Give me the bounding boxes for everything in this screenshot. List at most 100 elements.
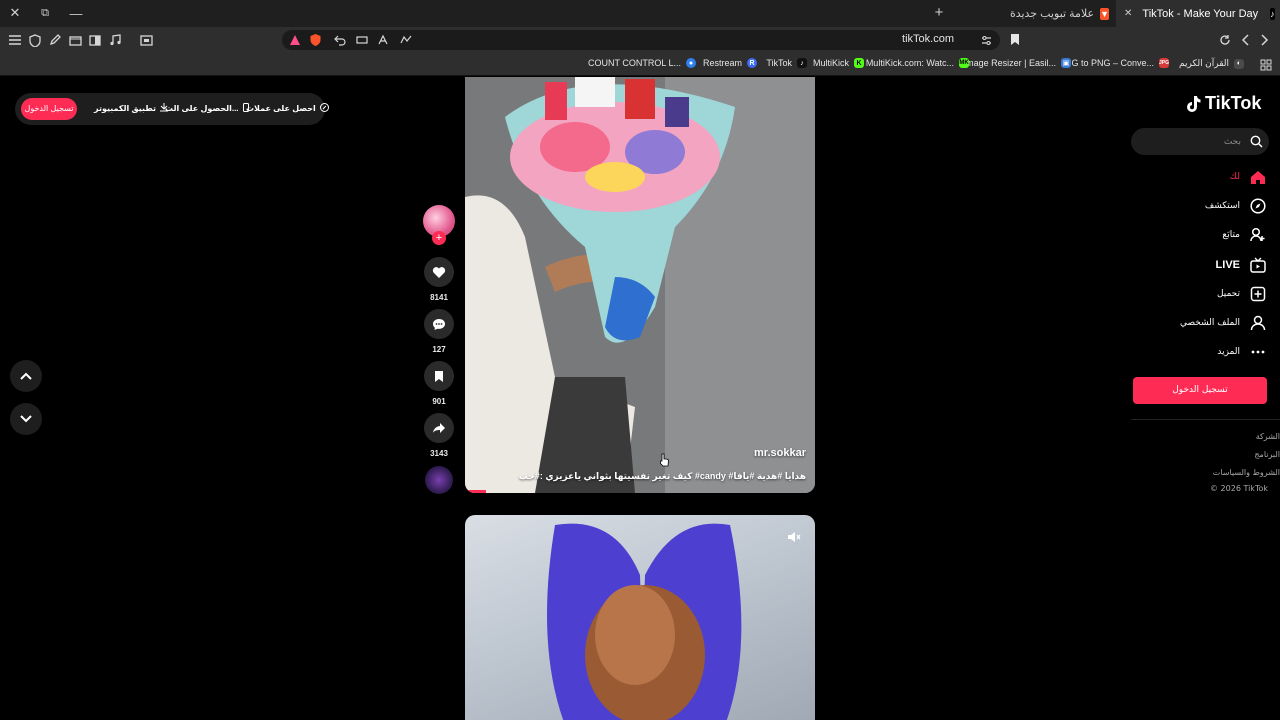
follow-plus-icon[interactable]: + <box>432 231 446 245</box>
undo-icon[interactable] <box>334 33 348 47</box>
top-actions-bar: تسجيل الدخول تطبيق الكمبيوتر الحصول على … <box>15 93 329 125</box>
like-button[interactable] <box>424 257 454 287</box>
bookmark-label: Image Resizer | Easil... <box>963 58 1056 68</box>
tiktok-logo-text: TikTok <box>1205 93 1262 113</box>
sidebar-login-button[interactable]: تسجيل الدخول <box>1133 377 1267 404</box>
profile-icon <box>1250 315 1266 331</box>
bookmark-count-control[interactable]: COUNT CONTROL L... ● <box>588 58 696 68</box>
tiktok-favicon-icon: ♪ <box>1270 7 1275 20</box>
nav-label: لك <box>1229 172 1240 182</box>
bookmark-label: JPG to PNG – Conve... <box>1060 58 1154 68</box>
nav-label: LIVE <box>1215 259 1240 271</box>
search-box[interactable] <box>1131 128 1269 155</box>
bookmark-multikick[interactable]: MultiKick K <box>813 58 864 68</box>
next-video-button[interactable] <box>10 403 42 435</box>
live-icon <box>1250 257 1266 273</box>
translate-icon[interactable] <box>378 33 392 47</box>
restream-icon: R <box>747 58 757 68</box>
share-count: 3143 <box>430 449 448 458</box>
following-icon <box>1250 227 1265 242</box>
nav-following[interactable]: متابَع <box>1140 224 1266 246</box>
search-input[interactable] <box>1141 133 1241 150</box>
get-app-link[interactable]: الحصول على الت... <box>165 103 249 114</box>
previous-video-button[interactable] <box>10 360 42 392</box>
window-restore-button[interactable]: ⧉ <box>35 4 55 22</box>
brave-shield-icon[interactable] <box>309 33 323 47</box>
like-count: 8141 <box>430 293 448 302</box>
nav-live[interactable]: LIVE <box>1140 254 1266 276</box>
image-icon: ▣ <box>1061 58 1071 68</box>
window-close-button[interactable]: ✕ <box>5 4 25 22</box>
tab-label: TikTok - Make Your Day <box>1142 7 1259 20</box>
screenshot-icon[interactable] <box>138 32 154 48</box>
apps-grid-icon[interactable] <box>1260 58 1272 71</box>
menu-icon[interactable] <box>7 32 23 48</box>
rewards-icon[interactable] <box>400 33 414 47</box>
volume-muted-icon[interactable] <box>787 531 801 546</box>
footer-program-link[interactable]: البرنامج <box>1254 450 1280 459</box>
video-player[interactable]: mr.sokkar كيف تغير نفسيتها بثواني ياعزيز… <box>465 77 815 493</box>
video-progress-bar[interactable] <box>465 490 486 493</box>
window-minimize-button[interactable]: — <box>66 4 86 22</box>
get-app-label: الحصول على الت... <box>165 104 239 113</box>
site-settings-icon[interactable] <box>981 33 993 47</box>
reload-icon[interactable] <box>1217 32 1233 48</box>
footer-company-link[interactable]: الشركة <box>1256 432 1280 441</box>
forward-icon[interactable] <box>1257 32 1273 48</box>
next-video-player[interactable] <box>465 515 815 720</box>
nav-more[interactable]: المزيد <box>1140 341 1266 363</box>
bookmark-label: TikTok <box>766 58 792 68</box>
music-disc-icon[interactable] <box>425 466 453 494</box>
multikick-icon: MK <box>959 58 969 68</box>
nav-profile[interactable]: الملف الشخصي <box>1140 312 1266 334</box>
jpg-icon: JPG <box>1159 58 1170 68</box>
kick-icon: K <box>854 58 864 68</box>
tab-close-icon[interactable]: ✕ <box>1124 8 1132 19</box>
tiktok-logo[interactable]: TikTok <box>1185 93 1261 114</box>
nav-explore[interactable]: استكشف <box>1140 195 1266 217</box>
sidebar-icon[interactable] <box>87 32 103 48</box>
bookmark-label: القرآن الكريم <box>1178 58 1229 68</box>
share-button[interactable] <box>424 413 454 443</box>
nav-upload[interactable]: تحميل <box>1140 283 1266 305</box>
comment-button[interactable] <box>424 309 454 339</box>
tabs-icon[interactable] <box>67 32 83 48</box>
bookmark-quran[interactable]: القرآن الكريم ◐ <box>1179 58 1244 69</box>
shield-icon[interactable] <box>27 32 43 48</box>
pen-icon[interactable] <box>47 32 63 48</box>
bookmark-jpg-to-png[interactable]: JPG to PNG – Conve... JPG <box>1061 58 1169 68</box>
address-bar[interactable]: tikTok.com <box>282 30 1000 50</box>
home-icon <box>1251 170 1265 184</box>
cast-icon[interactable] <box>356 33 370 47</box>
music-icon[interactable] <box>107 32 123 48</box>
back-icon[interactable] <box>1237 32 1253 48</box>
bookmark-tiktok[interactable]: TikTok ♪ <box>766 58 807 68</box>
bookmark-multikick-watch[interactable]: MultiKick.com: Watc... MK <box>866 58 969 68</box>
header-login-button[interactable]: تسجيل الدخول <box>21 98 77 120</box>
nav-label: متابَع <box>1222 230 1240 240</box>
video-caption: كيف تغير نفسيتها بثواني ياعزيزي :#حب #ca… <box>518 471 806 481</box>
url-text[interactable]: tikTok.com <box>902 33 954 45</box>
share-icon <box>433 423 445 433</box>
tab-tiktok[interactable]: ✕ TikTok - Make Your Day ♪ <box>1116 0 1280 27</box>
save-button[interactable] <box>424 361 454 391</box>
new-tab-button[interactable]: + <box>931 4 947 22</box>
nav-for-you[interactable]: لك <box>1140 166 1266 188</box>
tab-new-tab[interactable]: علامة تبويب جديدة ▼ <box>1010 0 1115 27</box>
get-coins-link[interactable]: احصل على عملات <box>246 103 329 114</box>
next-video-frame <box>547 523 742 720</box>
footer-terms-link[interactable]: الشروط والسياسات <box>1213 468 1280 477</box>
video-frame <box>465 77 815 493</box>
desktop-app-link[interactable]: تطبيق الكمبيوتر <box>94 103 169 114</box>
bookmark-restream[interactable]: Restream R <box>703 58 757 68</box>
video-author[interactable]: mr.sokkar <box>754 447 806 459</box>
bookmark-image-resizer[interactable]: Image Resizer | Easil... ▣ <box>964 58 1071 68</box>
bookmark-icon[interactable] <box>1010 33 1022 47</box>
tab-label: علامة تبويب جديدة <box>1009 8 1095 20</box>
more-icon <box>1251 350 1265 354</box>
bookmark-label: MultiKick <box>812 58 849 68</box>
leo-icon[interactable] <box>289 33 301 47</box>
globe-icon: ◐ <box>1234 58 1244 69</box>
circle-icon: ● <box>686 58 696 68</box>
search-icon[interactable] <box>1250 135 1263 153</box>
